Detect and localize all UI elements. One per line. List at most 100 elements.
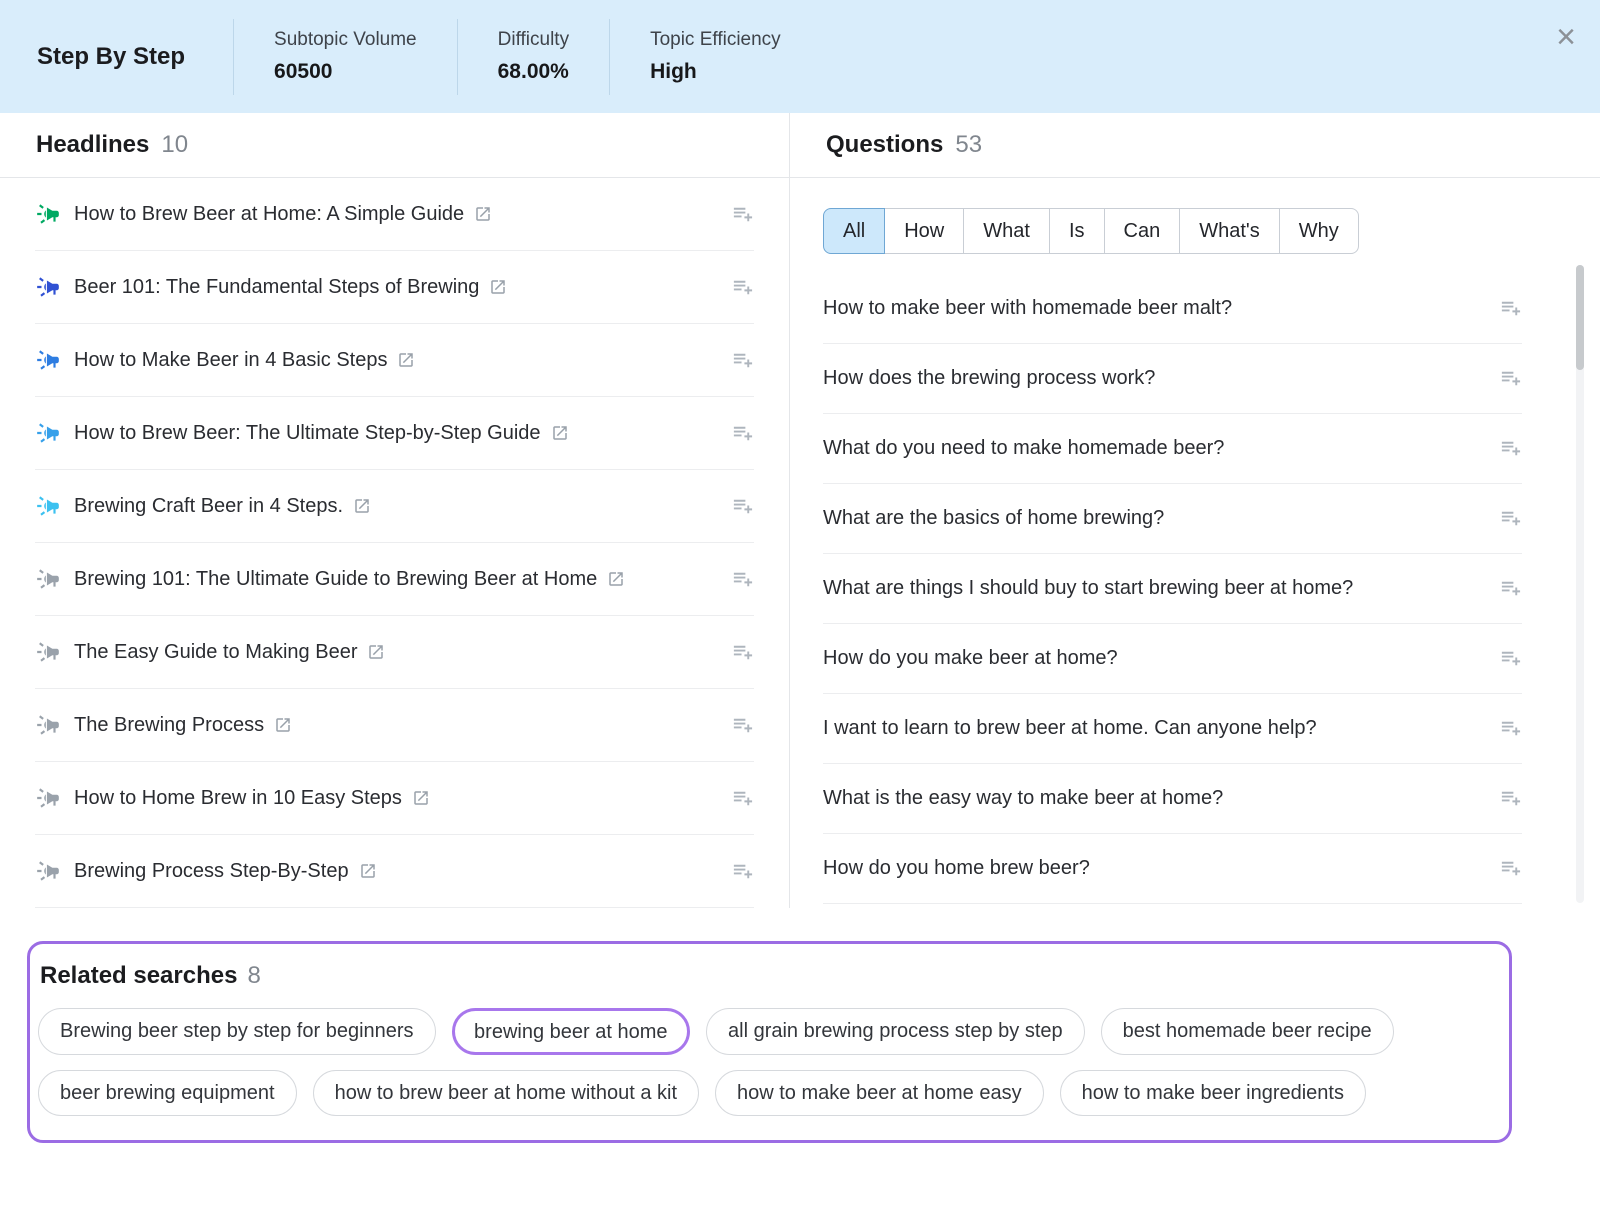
question-filters: All How What Is Can What's Why bbox=[823, 208, 1600, 254]
question-item: How do you home brew beer? bbox=[823, 834, 1522, 904]
add-to-list-icon[interactable] bbox=[731, 787, 754, 810]
headline-text: The Easy Guide to Making Beer bbox=[74, 641, 357, 664]
question-item: How to make beer with homemade beer malt… bbox=[823, 274, 1522, 344]
question-item: What are the basics of home brewing? bbox=[823, 484, 1522, 554]
scrollbar-track[interactable] bbox=[1576, 265, 1584, 903]
stat-label: Topic Efficiency bbox=[650, 29, 781, 51]
filter-what[interactable]: What bbox=[963, 208, 1050, 254]
external-link-icon[interactable] bbox=[367, 643, 385, 661]
external-link-icon[interactable] bbox=[359, 862, 377, 880]
topic-header: Step By Step Subtopic Volume 60500 Diffi… bbox=[0, 0, 1600, 113]
filter-can[interactable]: Can bbox=[1104, 208, 1181, 254]
question-text: How to make beer with homemade beer malt… bbox=[823, 297, 1232, 320]
headline-item: How to Brew Beer at Home: A Simple Guide bbox=[35, 178, 754, 251]
stat-value: 68.00% bbox=[498, 60, 569, 84]
filter-how[interactable]: How bbox=[884, 208, 964, 254]
headline-list: How to Brew Beer at Home: A Simple Guide… bbox=[0, 178, 789, 908]
headline-text: Beer 101: The Fundamental Steps of Brewi… bbox=[74, 276, 479, 299]
megaphone-icon bbox=[35, 566, 61, 592]
megaphone-icon bbox=[35, 274, 61, 300]
external-link-icon[interactable] bbox=[474, 205, 492, 223]
questions-header: Questions 53 bbox=[790, 113, 1600, 178]
related-searches-header: Related searches 8 bbox=[40, 962, 1495, 990]
headlines-title: Headlines bbox=[36, 131, 149, 159]
external-link-icon[interactable] bbox=[353, 497, 371, 515]
related-search-pill[interactable]: Brewing beer step by step for beginners bbox=[38, 1008, 436, 1055]
questions-title: Questions bbox=[826, 131, 943, 159]
headline-text: The Brewing Process bbox=[74, 714, 264, 737]
filter-why[interactable]: Why bbox=[1279, 208, 1359, 254]
related-search-pill[interactable]: how to make beer at home easy bbox=[715, 1070, 1044, 1116]
question-item: What do you need to make homemade beer? bbox=[823, 414, 1522, 484]
related-search-pill[interactable]: how to brew beer at home without a kit bbox=[313, 1070, 699, 1116]
filter-whats[interactable]: What's bbox=[1179, 208, 1280, 254]
add-to-list-icon[interactable] bbox=[731, 641, 754, 664]
related-search-pill[interactable]: best homemade beer recipe bbox=[1101, 1008, 1394, 1055]
add-to-list-icon[interactable] bbox=[1499, 437, 1522, 460]
external-link-icon[interactable] bbox=[274, 716, 292, 734]
megaphone-icon bbox=[35, 493, 61, 519]
headlines-count: 10 bbox=[161, 131, 188, 159]
add-to-list-icon[interactable] bbox=[731, 203, 754, 226]
question-text: How do you home brew beer? bbox=[823, 857, 1090, 880]
add-to-list-icon[interactable] bbox=[731, 568, 754, 591]
related-search-pill-highlighted[interactable]: brewing beer at home bbox=[452, 1008, 690, 1055]
headline-item: Brewing 101: The Ultimate Guide to Brewi… bbox=[35, 543, 754, 616]
add-to-list-icon[interactable] bbox=[1499, 857, 1522, 880]
question-text: I want to learn to brew beer at home. Ca… bbox=[823, 717, 1317, 740]
headline-item: How to Home Brew in 10 Easy Steps bbox=[35, 762, 754, 835]
related-search-pill[interactable]: all grain brewing process step by step bbox=[706, 1008, 1085, 1055]
megaphone-icon bbox=[35, 639, 61, 665]
add-to-list-icon[interactable] bbox=[1499, 787, 1522, 810]
question-text: What are things I should buy to start br… bbox=[823, 577, 1353, 600]
filter-all[interactable]: All bbox=[823, 208, 885, 254]
stat-label: Subtopic Volume bbox=[274, 29, 417, 51]
add-to-list-icon[interactable] bbox=[731, 860, 754, 883]
question-item: What is the easy way to make beer at hom… bbox=[823, 764, 1522, 834]
stat-difficulty: Difficulty 68.00% bbox=[457, 19, 609, 95]
add-to-list-icon[interactable] bbox=[1499, 577, 1522, 600]
question-item: What are things I should buy to start br… bbox=[823, 554, 1522, 624]
add-to-list-icon[interactable] bbox=[731, 349, 754, 372]
external-link-icon[interactable] bbox=[551, 424, 569, 442]
stat-value: High bbox=[650, 60, 781, 84]
headline-text: How to Make Beer in 4 Basic Steps bbox=[74, 349, 387, 372]
megaphone-icon bbox=[35, 785, 61, 811]
add-to-list-icon[interactable] bbox=[731, 422, 754, 445]
headline-item: How to Make Beer in 4 Basic Steps bbox=[35, 324, 754, 397]
headline-text: Brewing Craft Beer in 4 Steps. bbox=[74, 495, 343, 518]
close-icon[interactable]: × bbox=[1556, 20, 1576, 54]
question-text: How do you make beer at home? bbox=[823, 647, 1118, 670]
megaphone-icon bbox=[35, 712, 61, 738]
megaphone-icon bbox=[35, 347, 61, 373]
scrollbar-thumb[interactable] bbox=[1576, 265, 1584, 370]
add-to-list-icon[interactable] bbox=[1499, 507, 1522, 530]
headline-text: How to Brew Beer at Home: A Simple Guide bbox=[74, 203, 464, 226]
related-searches-count: 8 bbox=[247, 962, 260, 990]
headline-item: How to Brew Beer: The Ultimate Step-by-S… bbox=[35, 397, 754, 470]
questions-panel: Questions 53 All How What Is Can What's … bbox=[790, 113, 1600, 908]
related-searches-title: Related searches bbox=[40, 962, 237, 990]
add-to-list-icon[interactable] bbox=[1499, 297, 1522, 320]
headline-text: How to Home Brew in 10 Easy Steps bbox=[74, 787, 402, 810]
external-link-icon[interactable] bbox=[412, 789, 430, 807]
add-to-list-icon[interactable] bbox=[1499, 647, 1522, 670]
stat-label: Difficulty bbox=[498, 29, 569, 51]
external-link-icon[interactable] bbox=[397, 351, 415, 369]
question-item: I want to learn to brew beer at home. Ca… bbox=[823, 694, 1522, 764]
add-to-list-icon[interactable] bbox=[731, 714, 754, 737]
stat-topic-efficiency: Topic Efficiency High bbox=[609, 19, 821, 95]
stat-subtopic-volume: Subtopic Volume 60500 bbox=[233, 19, 457, 95]
add-to-list-icon[interactable] bbox=[1499, 367, 1522, 390]
add-to-list-icon[interactable] bbox=[1499, 717, 1522, 740]
question-text: What are the basics of home brewing? bbox=[823, 507, 1164, 530]
external-link-icon[interactable] bbox=[607, 570, 625, 588]
headline-item: The Easy Guide to Making Beer bbox=[35, 616, 754, 689]
add-to-list-icon[interactable] bbox=[731, 495, 754, 518]
filter-is[interactable]: Is bbox=[1049, 208, 1105, 254]
external-link-icon[interactable] bbox=[489, 278, 507, 296]
related-search-pill[interactable]: how to make beer ingredients bbox=[1060, 1070, 1366, 1116]
headline-text: How to Brew Beer: The Ultimate Step-by-S… bbox=[74, 422, 541, 445]
related-search-pill[interactable]: beer brewing equipment bbox=[38, 1070, 297, 1116]
add-to-list-icon[interactable] bbox=[731, 276, 754, 299]
